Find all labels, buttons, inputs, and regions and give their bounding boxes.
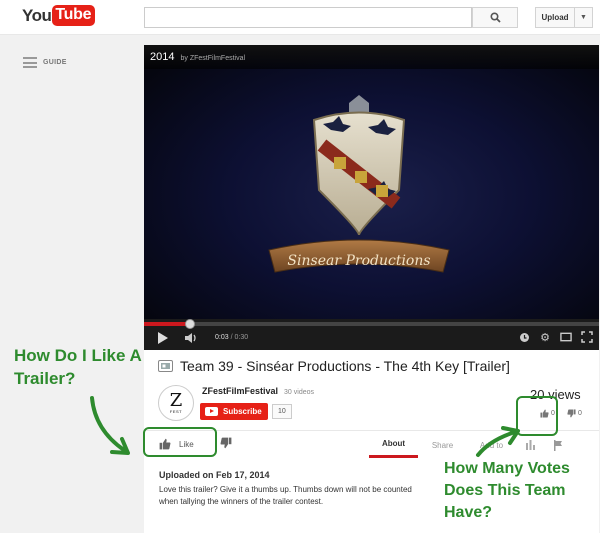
player-video-title[interactable]: 2014	[150, 51, 174, 63]
settings-gear-icon[interactable]: ⚙	[539, 331, 551, 344]
video-headline: Team 39 - Sinséar Productions - The 4th …	[158, 358, 510, 374]
volume-icon[interactable]	[184, 332, 198, 344]
upload-button[interactable]: Upload	[535, 7, 575, 28]
masthead: You Tube Upload ▼	[0, 0, 600, 35]
progress-bar[interactable]	[144, 319, 599, 329]
channel-logo-letter: Z	[169, 389, 183, 411]
time-current: 0:03	[215, 334, 229, 341]
progress-fill	[144, 322, 190, 326]
guide-button[interactable]: GUIDE	[23, 57, 67, 68]
page: You Tube Upload ▼ GUIDE Sinsear Producti…	[0, 0, 600, 533]
crest-banner-text: Sinsear Productions	[287, 253, 430, 269]
thumbs-down-icon	[220, 437, 232, 449]
video-description: Love this trailer? Give it a thumbs up. …	[159, 485, 412, 506]
fullscreen-icon[interactable]	[581, 331, 593, 343]
tab-share[interactable]: Share	[418, 432, 467, 458]
player-channel[interactable]: by ZFestFilmFestival	[180, 55, 245, 62]
logo-tube: Tube	[52, 5, 96, 26]
annotation-vote-count: How Many Votes Does This Team Have?	[444, 460, 570, 521]
play-icon[interactable]	[158, 332, 168, 344]
time-total: 0:30	[234, 334, 249, 341]
channel-line: ZFestFilmFestival 30 videos	[202, 386, 314, 396]
subscriber-count: 10	[272, 404, 292, 419]
annotation-arrowhead-left	[110, 437, 130, 455]
watch-later-icon[interactable]	[518, 331, 530, 343]
youtube-logo[interactable]: You Tube	[22, 5, 96, 26]
control-bar: 0:03 / 0:30 ⚙	[144, 319, 599, 350]
annotation-how-to-like: How Do I Like A Trailer?	[14, 346, 142, 388]
channel-avatar[interactable]: Z FEST	[158, 385, 194, 421]
chevron-down-icon: ▼	[580, 14, 587, 21]
time-display: 0:03 / 0:30	[215, 334, 248, 341]
guide-label: GUIDE	[43, 59, 67, 66]
logo-you: You	[22, 5, 52, 25]
video-type-icon	[158, 360, 173, 372]
video-player[interactable]: Sinsear Productions 2014 by ZFestFilmFes…	[144, 45, 599, 350]
channel-video-count[interactable]: 30 videos	[284, 389, 314, 396]
channel-name-link[interactable]: ZFestFilmFestival	[202, 386, 278, 396]
video-title: Team 39 - Sinséar Productions - The 4th …	[180, 358, 510, 374]
annotation-box-like	[143, 427, 217, 457]
time-separator: /	[230, 334, 233, 341]
search-button[interactable]	[472, 7, 518, 28]
video-frame[interactable]: Sinsear Productions 2014 by ZFestFilmFes…	[144, 45, 599, 319]
dislike-count: 0	[567, 409, 582, 418]
upload-menu-button[interactable]: ▼	[575, 7, 593, 28]
progress-handle[interactable]	[185, 319, 195, 329]
tab-about[interactable]: About	[369, 432, 418, 458]
channel-logo-subtext: FEST	[169, 408, 183, 414]
tab-add-to[interactable]: Add to	[467, 432, 516, 458]
subscribe-button[interactable]: Subscribe	[200, 403, 268, 420]
theater-mode-icon[interactable]	[560, 331, 572, 343]
menu-icon	[23, 57, 37, 68]
search-icon	[489, 12, 501, 23]
annotation-arrow-left	[90, 396, 126, 452]
dislike-count-value: 0	[578, 410, 582, 417]
video-title-bar: 2014 by ZFestFilmFestival	[144, 45, 599, 69]
subscribe-label: Subscribe	[223, 407, 262, 416]
youtube-play-icon	[205, 407, 218, 416]
control-bar-right: ⚙	[518, 331, 593, 344]
annotation-box-votes	[516, 396, 558, 436]
coat-of-arms-image: Sinsear Productions	[268, 95, 450, 273]
upload-date: Uploaded on Feb 17, 2014	[159, 470, 270, 480]
thumbs-down-icon	[567, 409, 576, 418]
search-input[interactable]	[144, 7, 472, 28]
dislike-button[interactable]	[220, 436, 232, 454]
